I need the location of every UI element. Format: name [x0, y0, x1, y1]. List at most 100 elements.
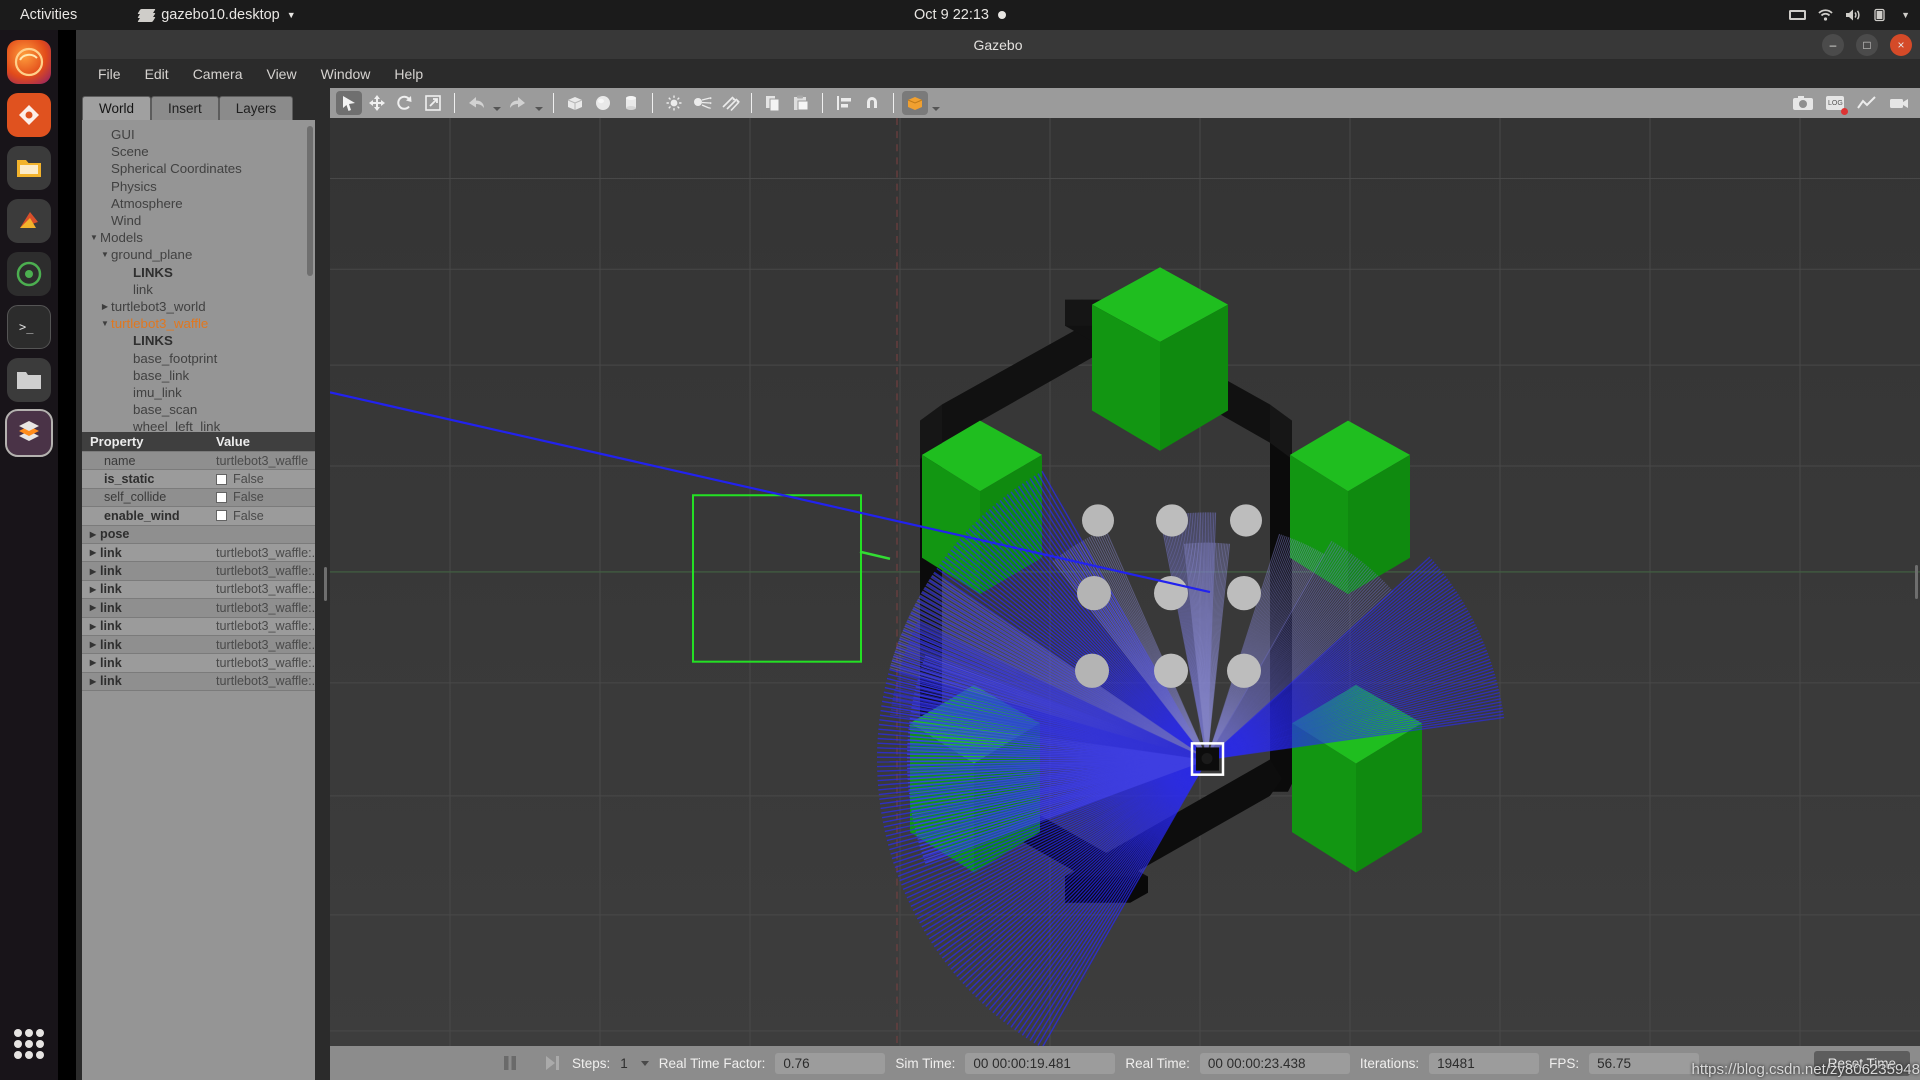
property-row[interactable]: nameturtlebot3_waffle	[82, 452, 315, 470]
steps-value[interactable]: 1	[620, 1056, 628, 1071]
property-row[interactable]: ▶linkturtlebot3_waffle:...	[82, 673, 315, 691]
expand-arrow-icon[interactable]: ▶	[86, 640, 100, 649]
rotate-mode-button[interactable]	[392, 91, 418, 115]
property-row[interactable]: ▶linkturtlebot3_waffle:...	[82, 562, 315, 580]
tree-item-links[interactable]: LINKS	[88, 332, 315, 349]
activities-button[interactable]: Activities	[10, 4, 87, 26]
tree-item-spherical-coordinates[interactable]: Spherical Coordinates	[88, 160, 315, 177]
tab-insert[interactable]: Insert	[151, 96, 219, 120]
expand-arrow-icon[interactable]: ▶	[86, 603, 100, 612]
dock-item-help[interactable]	[7, 199, 51, 243]
property-row[interactable]: ▶linkturtlebot3_waffle:...	[82, 544, 315, 562]
align-button[interactable]	[831, 91, 857, 115]
dock-item-firefox[interactable]	[7, 40, 51, 84]
tree-item-links[interactable]: LINKS	[88, 264, 315, 281]
expand-arrow-icon[interactable]: ▶	[86, 567, 100, 576]
collapse-arrow-icon[interactable]: ▼	[88, 233, 100, 242]
property-value-cell[interactable]: turtlebot3_waffle:...	[210, 601, 315, 615]
expand-arrow-icon[interactable]: ▶	[86, 622, 100, 631]
tree-item-base-scan[interactable]: base_scan	[88, 401, 315, 418]
point-light-button[interactable]	[661, 91, 687, 115]
scale-mode-button[interactable]	[420, 91, 446, 115]
world-tree[interactable]: GUISceneSpherical CoordinatesPhysicsAtmo…	[82, 120, 315, 432]
dock-item-terminal[interactable]: >_	[7, 305, 51, 349]
clock-area[interactable]: Oct 9 22:13	[914, 7, 1006, 23]
property-value-cell[interactable]: False	[210, 490, 315, 504]
property-row[interactable]: ▶linkturtlebot3_waffle:...	[82, 636, 315, 654]
property-value-cell[interactable]: turtlebot3_waffle	[210, 454, 315, 468]
insert-sphere-button[interactable]	[590, 91, 616, 115]
tree-item-turtlebot3-world[interactable]: ▶turtlebot3_world	[88, 298, 315, 315]
paste-button[interactable]	[788, 91, 814, 115]
expand-arrow-icon[interactable]: ▶	[86, 658, 100, 667]
app-menu-button[interactable]: gazebo10.desktop ▼	[139, 7, 295, 23]
log-record-button[interactable]: LOG	[1822, 91, 1848, 115]
spot-light-button[interactable]	[689, 91, 715, 115]
insert-cylinder-button[interactable]	[618, 91, 644, 115]
steps-dropdown-caret[interactable]	[641, 1061, 649, 1066]
expand-arrow-icon[interactable]: ▶	[86, 548, 100, 557]
screenshot-button[interactable]	[1790, 91, 1816, 115]
collapse-arrow-icon[interactable]: ▼	[99, 250, 111, 259]
property-value-cell[interactable]: turtlebot3_waffle:...	[210, 582, 315, 596]
copy-button[interactable]	[760, 91, 786, 115]
menu-camera[interactable]: Camera	[183, 63, 253, 85]
property-row[interactable]: ▶pose	[82, 526, 315, 544]
menu-help[interactable]: Help	[384, 63, 433, 85]
close-button[interactable]: ×	[1890, 34, 1912, 56]
insert-box-button[interactable]	[562, 91, 588, 115]
expand-arrow-icon[interactable]: ▶	[86, 585, 100, 594]
checkbox[interactable]	[216, 492, 227, 503]
tree-item-imu-link[interactable]: imu_link	[88, 384, 315, 401]
dock-item-rhythmbox[interactable]	[7, 252, 51, 296]
viewport-edge-grip[interactable]	[1915, 565, 1918, 599]
property-value-cell[interactable]: turtlebot3_waffle:...	[210, 546, 315, 560]
expand-arrow-icon[interactable]: ▶	[99, 302, 111, 311]
panel-splitter[interactable]	[321, 88, 330, 1080]
property-value-cell[interactable]: turtlebot3_waffle:...	[210, 564, 315, 578]
property-value-cell[interactable]: False	[210, 472, 315, 486]
tree-item-link[interactable]: link	[88, 281, 315, 298]
pause-button[interactable]	[500, 1053, 520, 1073]
dock-item-ubuntu-software[interactable]	[7, 93, 51, 137]
tree-item-base-footprint[interactable]: base_footprint	[88, 349, 315, 366]
property-row[interactable]: is_staticFalse	[82, 470, 315, 488]
expand-arrow-icon[interactable]: ▶	[86, 530, 100, 539]
system-tray[interactable]: ▼	[1789, 8, 1910, 22]
video-record-button[interactable]	[1886, 91, 1912, 115]
tree-item-gui[interactable]: GUI	[88, 126, 315, 143]
checkbox[interactable]	[216, 474, 227, 485]
undo-history-caret[interactable]	[491, 91, 503, 115]
tree-item-turtlebot3-waffle[interactable]: ▼turtlebot3_waffle	[88, 315, 315, 332]
property-value-cell[interactable]: turtlebot3_waffle:...	[210, 674, 315, 688]
maximize-button[interactable]: □	[1856, 34, 1878, 56]
tree-item-wheel-left-link[interactable]: wheel_left_link	[88, 418, 315, 432]
view-cube-button[interactable]	[902, 91, 928, 115]
plot-button[interactable]	[1854, 91, 1880, 115]
tree-item-scene[interactable]: Scene	[88, 143, 315, 160]
redo-history-caret[interactable]	[533, 91, 545, 115]
expand-arrow-icon[interactable]: ▶	[86, 677, 100, 686]
property-value-cell[interactable]: turtlebot3_waffle:...	[210, 638, 315, 652]
property-row[interactable]: enable_windFalse	[82, 507, 315, 525]
tree-item-base-link[interactable]: base_link	[88, 367, 315, 384]
tree-scrollbar[interactable]	[307, 126, 313, 276]
directional-light-button[interactable]	[717, 91, 743, 115]
step-forward-button[interactable]	[542, 1053, 562, 1073]
checkbox[interactable]	[216, 510, 227, 521]
collapse-arrow-icon[interactable]: ▼	[99, 319, 111, 328]
tree-item-wind[interactable]: Wind	[88, 212, 315, 229]
menu-view[interactable]: View	[256, 63, 306, 85]
tree-item-models[interactable]: ▼Models	[88, 229, 315, 246]
tab-layers[interactable]: Layers	[219, 96, 294, 120]
property-row[interactable]: ▶linkturtlebot3_waffle:...	[82, 581, 315, 599]
dock-item-file-manager[interactable]	[7, 358, 51, 402]
undo-button[interactable]	[463, 91, 489, 115]
redo-button[interactable]	[505, 91, 531, 115]
property-value-cell[interactable]: False	[210, 509, 315, 523]
snap-button[interactable]	[859, 91, 885, 115]
menu-edit[interactable]: Edit	[135, 63, 179, 85]
show-applications-button[interactable]	[7, 1022, 51, 1066]
property-row[interactable]: self_collideFalse	[82, 489, 315, 507]
dock-item-gazebo[interactable]	[7, 411, 51, 455]
